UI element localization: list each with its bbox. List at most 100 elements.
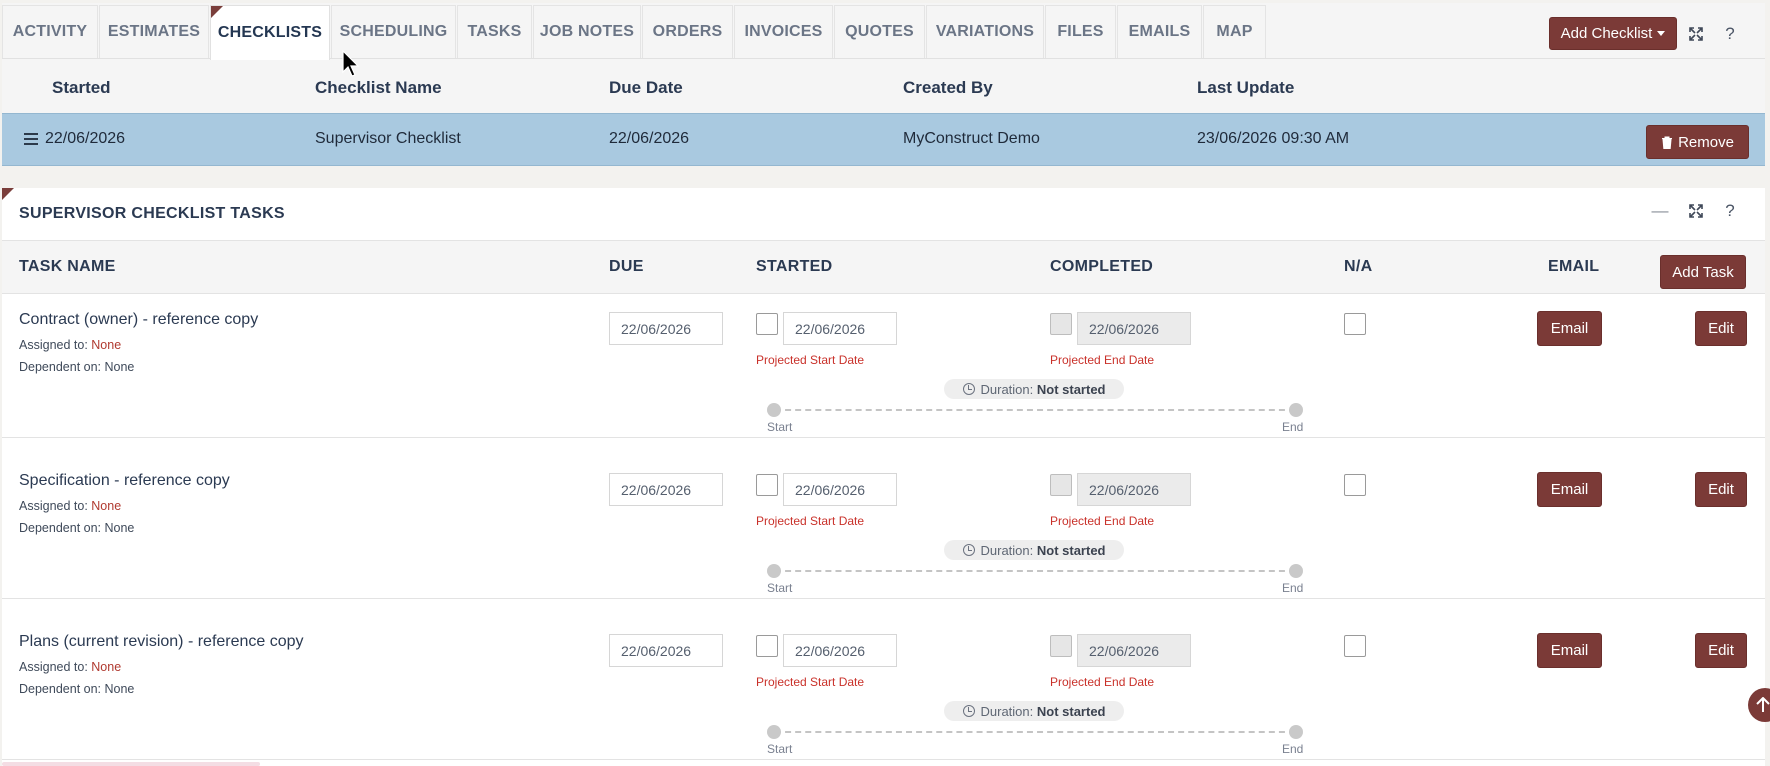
timeline-end-label: End <box>1282 420 1304 434</box>
due-date-field[interactable]: 22/06/2026 <box>609 312 723 345</box>
task-name: Plans (current revision) - reference cop… <box>19 633 304 650</box>
tab-activity[interactable]: ACTIVITY <box>2 5 98 58</box>
assigned-to: Assigned to: None <box>19 338 121 352</box>
timeline-start-label: Start <box>767 420 793 434</box>
table-row: Contract (owner) - reference copy Assign… <box>2 295 1765 438</box>
started-checkbox[interactable] <box>756 474 778 496</box>
assigned-to: Assigned to: None <box>19 499 121 513</box>
tab-invoices[interactable]: INVOICES <box>734 5 833 58</box>
duration-value: Not started <box>1036 542 1106 558</box>
email-button[interactable]: Email <box>1537 311 1602 346</box>
duration-badge: Duration: Not started <box>944 701 1124 721</box>
email-button[interactable]: Email <box>1537 633 1602 668</box>
row-last-update: 23/06/2026 09:30 AM <box>1197 130 1350 147</box>
dependent-on: Dependent on: None <box>19 360 134 374</box>
projected-start-label: Projected Start Date <box>756 353 865 367</box>
header-due: DUE <box>609 258 644 275</box>
tab-map[interactable]: MAP <box>1203 5 1266 58</box>
projected-start-label: Projected Start Date <box>756 675 865 689</box>
row-started: 22/06/2026 <box>45 130 126 147</box>
task-name: Specification - reference copy <box>19 472 230 489</box>
table-row[interactable]: 22/06/2026 Supervisor Checklist 22/06/20… <box>2 113 1765 166</box>
clock-icon <box>962 544 975 556</box>
email-button[interactable]: Email <box>1537 472 1602 507</box>
assigned-to-value[interactable]: None <box>91 660 121 674</box>
na-checkbox[interactable] <box>1344 474 1366 496</box>
tab-files[interactable]: FILES <box>1045 5 1116 58</box>
assigned-to-value[interactable]: None <box>91 338 121 352</box>
started-date-field[interactable]: 22/06/2026 <box>783 634 897 667</box>
trash-icon <box>1662 136 1673 149</box>
checklists-table-header: Started Checklist Name Due Date Created … <box>2 60 1765 113</box>
tab-orders[interactable]: ORDERS <box>642 5 733 58</box>
row-checklist-name: Supervisor Checklist <box>315 130 461 147</box>
projected-start-label: Projected Start Date <box>756 514 865 528</box>
projected-end-label: Projected End Date <box>1050 353 1155 367</box>
edit-button[interactable]: Edit <box>1695 311 1747 346</box>
header-started: Started <box>52 78 111 97</box>
timeline-end-label: End <box>1282 742 1304 756</box>
started-checkbox[interactable] <box>756 313 778 335</box>
na-checkbox[interactable] <box>1344 313 1366 335</box>
checklist-tasks-panel: SUPERVISOR CHECKLIST TASKS — ? TASK NAME… <box>2 188 1765 766</box>
duration-timeline <box>767 402 1303 418</box>
help-icon[interactable]: ? <box>1719 23 1741 45</box>
duration-label: Duration: <box>980 703 1034 719</box>
header-task-name: TASK NAME <box>19 258 116 275</box>
edit-button[interactable]: Edit <box>1695 633 1747 668</box>
timeline-line <box>775 570 1295 572</box>
mouse-cursor-icon <box>342 50 360 77</box>
remove-button[interactable]: Remove <box>1646 125 1749 159</box>
dependent-on: Dependent on: None <box>19 521 134 535</box>
completed-date-field: 22/06/2026 <box>1077 473 1191 506</box>
timeline-start-label: Start <box>767 581 793 595</box>
timeline-start-label: Start <box>767 742 793 756</box>
add-checklist-button[interactable]: Add Checklist <box>1549 17 1677 50</box>
row-due-date: 22/06/2026 <box>609 130 690 147</box>
timeline-end-label: End <box>1282 581 1304 595</box>
expand-icon[interactable] <box>1685 200 1707 222</box>
completed-checkbox <box>1050 474 1072 496</box>
timeline-start-dot <box>767 403 781 417</box>
timeline-end-dot <box>1289 564 1303 578</box>
due-date-field[interactable]: 22/06/2026 <box>609 473 723 506</box>
duration-value: Not started <box>1036 381 1106 397</box>
tab-tasks[interactable]: TASKS <box>457 5 532 58</box>
projected-end-label: Projected End Date <box>1050 514 1155 528</box>
dependent-on-value: None <box>104 682 135 696</box>
tab-estimates[interactable]: ESTIMATES <box>99 5 209 58</box>
dependent-on-label: Dependent on: <box>19 682 102 696</box>
edit-button[interactable]: Edit <box>1695 472 1747 507</box>
drag-handle-icon[interactable] <box>23 132 39 146</box>
header-checklist-name: Checklist Name <box>315 78 442 97</box>
started-date-field[interactable]: 22/06/2026 <box>783 473 897 506</box>
tab-job-notes[interactable]: JOB NOTES <box>533 5 641 58</box>
assigned-to-label: Assigned to: <box>19 338 88 352</box>
timeline-line <box>775 409 1295 411</box>
na-checkbox[interactable] <box>1344 635 1366 657</box>
table-row: Plans (current revision) - reference cop… <box>2 617 1765 760</box>
clock-icon <box>962 383 975 395</box>
header-due-date: Due Date <box>609 78 683 97</box>
dependent-on: Dependent on: None <box>19 682 134 696</box>
clock-icon <box>962 705 975 717</box>
assigned-to-value[interactable]: None <box>91 499 121 513</box>
tab-variations[interactable]: VARIATIONS <box>926 5 1044 58</box>
panel-title: SUPERVISOR CHECKLIST TASKS <box>19 205 285 222</box>
started-date-field[interactable]: 22/06/2026 <box>783 312 897 345</box>
tab-quotes[interactable]: QUOTES <box>834 5 925 58</box>
minimize-icon[interactable]: — <box>1649 200 1671 222</box>
help-icon[interactable]: ? <box>1719 200 1741 222</box>
table-row: Specification - reference copy Assigned … <box>2 456 1765 599</box>
tab-checklists[interactable]: CHECKLISTS <box>210 5 330 60</box>
dependent-on-label: Dependent on: <box>19 521 102 535</box>
expand-icon[interactable] <box>1685 23 1707 45</box>
header-completed: COMPLETED <box>1050 258 1154 275</box>
tab-emails[interactable]: EMAILS <box>1117 5 1202 58</box>
started-checkbox[interactable] <box>756 635 778 657</box>
duration-label: Duration: <box>980 542 1034 558</box>
add-task-button[interactable]: Add Task <box>1660 255 1746 289</box>
timeline-start-dot <box>767 564 781 578</box>
due-date-field[interactable]: 22/06/2026 <box>609 634 723 667</box>
row-created-by: MyConstruct Demo <box>903 130 1040 147</box>
